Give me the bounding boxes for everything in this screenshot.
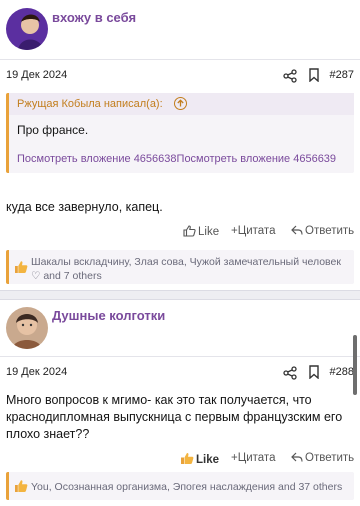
quote-button[interactable]: +Цитата	[231, 225, 275, 237]
quote-header: Ржущая Кобыла написал(а):	[9, 93, 354, 115]
quote-attachments: Посмотреть вложение 4656638Посмотреть вл…	[17, 153, 336, 165]
reactions-bar: Шакалы вскладчину, Злая сова, Чужой заме…	[6, 250, 354, 284]
post-author-row: вхожу в себя	[0, 0, 360, 56]
quote-text: Про франсе.	[17, 123, 89, 137]
like-label: Like	[198, 226, 220, 238]
post-meta: 19 Дек 2024 #287	[0, 59, 360, 89]
post-body: куда все завернуло, капец.	[6, 200, 163, 214]
post-body: Много вопросов к мгимо- как это так полу…	[6, 393, 343, 441]
post-separator	[0, 290, 360, 300]
post-meta: 19 Дек 2024 #288	[0, 356, 360, 386]
quote-button[interactable]: +Цитата	[231, 452, 275, 464]
like-button[interactable]: Like	[180, 452, 219, 466]
username[interactable]: вхожу в себя	[52, 10, 136, 25]
scrollbar[interactable]	[353, 335, 357, 395]
like-button[interactable]: Like	[183, 225, 219, 238]
attachment-link[interactable]: Посмотреть вложение 4656638	[17, 153, 177, 165]
thumbs-up-icon	[181, 453, 194, 464]
like-label: Like	[196, 454, 220, 466]
post-date[interactable]: 19 Дек 2024	[6, 366, 67, 378]
quote-block: Ржущая Кобыла написал(а): Про франсе. По…	[6, 93, 354, 173]
bookmark-icon[interactable]	[308, 68, 320, 82]
reply-arrow-icon	[291, 225, 303, 235]
post-author-row: Душные колготки	[0, 300, 360, 356]
arrow-up-icon[interactable]	[174, 97, 187, 110]
username[interactable]: Душные колготки	[52, 308, 165, 323]
post-287: вхожу в себя 19 Дек 2024 #287 Ржущая Коб…	[0, 0, 360, 290]
avatar[interactable]	[6, 8, 48, 50]
post-actions: Like +Цитата Ответить	[0, 449, 360, 469]
bookmark-icon[interactable]	[308, 365, 320, 379]
attachment-link[interactable]: Посмотреть вложение 4656639	[177, 153, 337, 165]
share-icon[interactable]	[283, 69, 297, 83]
thumbs-up-icon	[183, 225, 196, 237]
quote-author[interactable]: Ржущая Кобыла написал(а):	[17, 98, 163, 110]
post-date[interactable]: 19 Дек 2024	[6, 69, 67, 81]
reaction-thumb-icon	[15, 261, 28, 273]
reactions-list[interactable]: Шакалы вскладчину, Злая сова, Чужой заме…	[31, 255, 351, 283]
reply-button[interactable]: Ответить	[291, 225, 354, 237]
reply-label: Ответить	[305, 225, 355, 237]
reply-label: Ответить	[305, 452, 355, 464]
reaction-thumb-icon	[15, 480, 28, 492]
post-288: Душные колготки 19 Дек 2024 #288 Много в…	[0, 300, 360, 506]
reply-button[interactable]: Ответить	[291, 452, 354, 464]
post-actions: Like +Цитата Ответить	[0, 222, 360, 242]
reactions-bar: You, Осознанная организма, Эпогея наслаж…	[6, 472, 354, 500]
post-number[interactable]: #288	[330, 366, 354, 378]
avatar[interactable]	[6, 307, 48, 349]
reactions-list[interactable]: You, Осознанная организма, Эпогея наслаж…	[31, 480, 351, 494]
post-number[interactable]: #287	[330, 69, 354, 81]
share-icon[interactable]	[283, 366, 297, 380]
reply-arrow-icon	[291, 452, 303, 462]
